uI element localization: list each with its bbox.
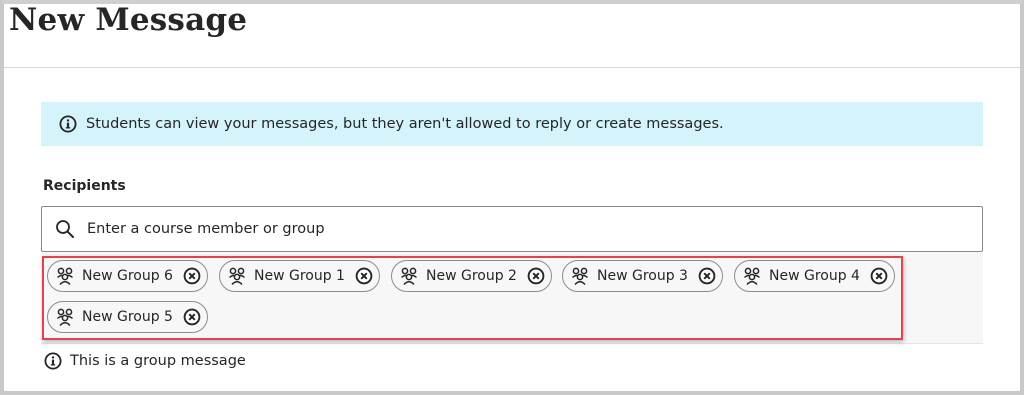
group-note-text: This is a group message <box>70 353 246 369</box>
recipients-label: Recipients <box>43 178 126 194</box>
search-icon <box>55 219 75 239</box>
recipient-search-input[interactable] <box>87 209 967 249</box>
recipient-search-field[interactable] <box>41 206 983 252</box>
annotation-highlight-box <box>42 256 903 340</box>
group-message-note: This is a group message <box>44 352 246 370</box>
info-icon <box>59 115 77 133</box>
title-divider <box>4 67 1020 68</box>
page-title: New Message <box>9 2 248 38</box>
info-icon <box>44 352 62 370</box>
notice-text: Students can view your messages, but the… <box>86 116 724 132</box>
info-notice: Students can view your messages, but the… <box>41 102 983 146</box>
